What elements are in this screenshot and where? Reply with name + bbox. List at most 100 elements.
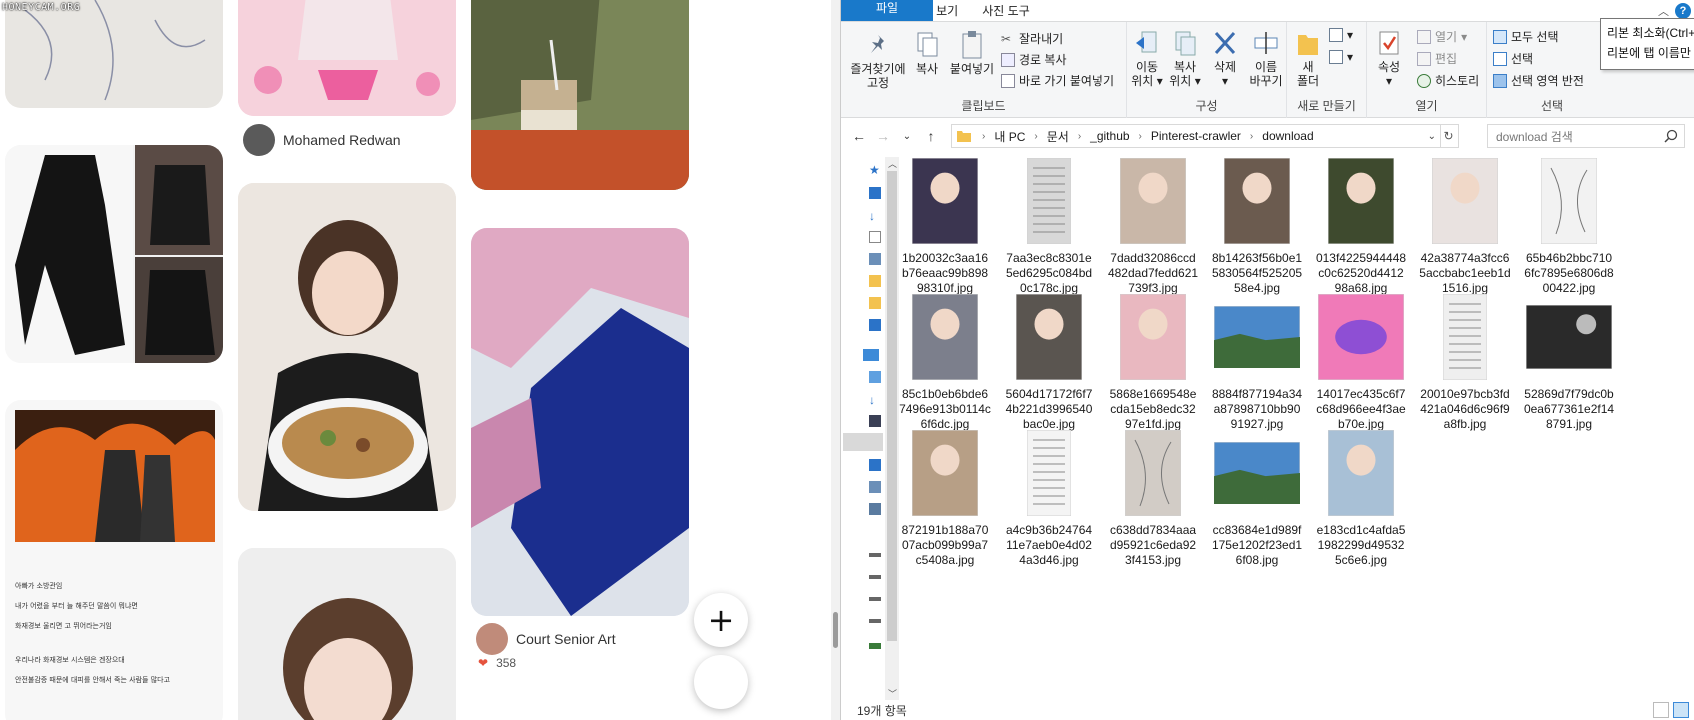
author-name[interactable]: Court Senior Art — [516, 631, 616, 647]
select-none-button[interactable]: 선택 — [1493, 50, 1533, 67]
pin-firefighter-post[interactable]: 아빠가 소방관임 내가 어렸을 부터 늘 해주던 말씀이 뭐냐면 화재경보 울리… — [5, 400, 223, 720]
paste-button[interactable]: 붙여넣기 — [947, 30, 997, 76]
tab-file[interactable]: 파일 — [841, 0, 933, 21]
forward-arrow-icon[interactable]: → — [871, 124, 895, 148]
file-item[interactable]: e183cd1c4afda51982299d495325c6e6.jpg — [1315, 425, 1407, 568]
pictures-icon[interactable] — [869, 481, 881, 493]
file-item[interactable]: 85c1b0eb6bde67496e913b0114c6f6dc.jpg — [899, 289, 991, 432]
scroll-down-icon[interactable]: ﹀ — [888, 687, 897, 700]
more-button[interactable] — [694, 655, 748, 709]
cut-button[interactable]: ✂ 잘라내기 — [1001, 30, 1063, 47]
desktop-icon[interactable] — [869, 187, 881, 199]
properties-button[interactable]: 속성 ▾ — [1369, 28, 1409, 88]
drive-icon[interactable] — [869, 553, 881, 557]
downloads-icon[interactable]: ↓ — [869, 393, 881, 407]
copy-to-button[interactable]: 복사 위치 ▾ — [1167, 28, 1203, 88]
this-pc-icon[interactable] — [863, 349, 879, 361]
pin-sketch[interactable] — [5, 0, 223, 108]
file-item[interactable]: c638dd7834aaad95921c6eda923f4153.jpg — [1107, 425, 1199, 568]
pin-girl-noodles[interactable] — [238, 183, 456, 511]
file-item[interactable]: 7aa3ec8c8301e5ed6295c084bd0c178c.jpg — [1003, 153, 1095, 296]
help-icon[interactable]: ? — [1675, 3, 1691, 19]
breadcrumb-item[interactable]: download — [1262, 129, 1313, 143]
new-folder-button[interactable]: 새 폴더 — [1291, 28, 1325, 88]
pin-coffee-painting[interactable] — [471, 0, 689, 190]
invert-selection-button[interactable]: 선택 영역 반전 — [1493, 72, 1584, 89]
file-item[interactable]: 013f4225944448c0c62520d441298a68.jpg — [1315, 153, 1407, 296]
details-view-icon[interactable] — [1653, 702, 1669, 718]
author-name[interactable]: Mohamed Redwan — [283, 132, 401, 148]
file-item[interactable]: 5868e1669548ecda15eb8edc3297e1fd.jpg — [1107, 289, 1199, 432]
feed-scrollbar[interactable] — [831, 0, 840, 720]
folder-icon[interactable] — [869, 275, 881, 287]
file-item[interactable]: 7dadd32086ccd482dad7fedd621739f3.jpg — [1107, 153, 1199, 296]
feed-scrollbar-thumb[interactable] — [833, 612, 838, 648]
3d-objects-icon[interactable] — [869, 371, 881, 383]
scroll-up-icon[interactable]: ︿ — [888, 157, 897, 170]
videos-icon[interactable] — [869, 415, 881, 427]
pin-pink-cosplay[interactable] — [238, 0, 456, 116]
move-to-button[interactable]: 이동 위치 ▾ — [1129, 28, 1165, 88]
pin-blue-painting[interactable] — [471, 228, 689, 616]
up-arrow-icon[interactable]: ↑ — [919, 124, 943, 148]
file-item[interactable]: 872191b188a7007acb099b99a7c5408a.jpg — [899, 425, 991, 568]
file-item[interactable]: 5604d17172f6f74b221d3996540bac0e.jpg — [1003, 289, 1095, 432]
nav-scrollbar-thumb[interactable] — [887, 171, 897, 641]
pin-girl-cat[interactable] — [238, 548, 456, 720]
file-item[interactable]: 1b20032c3aa16b76eaac99b89898310f.jpg — [899, 153, 991, 296]
drive-icon[interactable] — [869, 619, 881, 623]
file-item[interactable]: 42a38774a3fcc65accbabc1eeb1d1516.jpg — [1419, 153, 1511, 296]
pin-author-row[interactable]: Mohamed Redwan — [243, 124, 401, 156]
recent-locations-chevron-icon[interactable]: ⌄ — [895, 124, 919, 148]
breadcrumb-item[interactable]: _github — [1090, 129, 1129, 143]
add-button[interactable]: + — [694, 593, 748, 647]
large-icons-view-icon[interactable] — [1673, 702, 1689, 718]
folder-icon[interactable] — [869, 297, 881, 309]
downloads-icon[interactable]: ↓ — [869, 209, 881, 223]
desktop-icon[interactable] — [869, 459, 881, 471]
drive-icon[interactable] — [869, 597, 881, 601]
refresh-icon[interactable]: ↻ — [1439, 124, 1459, 148]
easy-access-button[interactable]: ▾ — [1329, 50, 1353, 64]
open-button[interactable]: 열기 ▾ — [1417, 28, 1467, 45]
copy-path-button[interactable]: 경로 복사 — [1001, 51, 1067, 68]
file-item[interactable]: cc83684e1d989f175e1202f23ed16f08.jpg — [1211, 425, 1303, 568]
tab-picture-tools[interactable]: 사진 도구 — [970, 0, 1042, 21]
minimize-ribbon-icon[interactable]: ︿ — [1658, 3, 1669, 19]
music-icon[interactable] — [869, 503, 881, 515]
pictures-icon[interactable] — [869, 253, 881, 265]
search-box[interactable]: download 검색 — [1487, 124, 1685, 148]
network-drive-icon[interactable] — [869, 643, 881, 649]
delete-button[interactable]: 삭제 ▾ — [1207, 28, 1243, 88]
reaction-row[interactable]: ❤ 358 — [478, 656, 516, 670]
history-button[interactable]: 히스토리 — [1417, 72, 1479, 89]
breadcrumb-item[interactable]: Pinterest-crawler — [1151, 129, 1241, 143]
selected-nav-item[interactable] — [843, 433, 883, 451]
back-arrow-icon[interactable]: ← — [847, 124, 871, 148]
paste-shortcut-button[interactable]: 바로 가기 붙여넣기 — [1001, 72, 1114, 89]
pin-to-quick-access-button[interactable]: 즐겨찾기에 고정 — [847, 30, 909, 90]
copy-button[interactable]: 복사 — [907, 30, 947, 76]
pin-author-row-2[interactable]: Court Senior Art — [476, 623, 616, 655]
new-item-button[interactable]: ▾ — [1329, 28, 1353, 42]
onedrive-icon[interactable] — [869, 319, 881, 331]
file-item[interactable]: 65b46b2bbc7106fc7895e6806d800422.jpg — [1523, 153, 1615, 296]
file-item[interactable]: 14017ec435c6f7c68d966ee4f3aeb70e.jpg — [1315, 289, 1407, 432]
file-item[interactable]: 20010e97bcb3fd421a046d6c96f9a8fb.jpg — [1419, 289, 1511, 432]
documents-icon[interactable] — [869, 231, 881, 243]
edit-button[interactable]: 편집 — [1417, 50, 1457, 67]
drive-icon[interactable] — [869, 575, 881, 579]
select-all-button[interactable]: 모두 선택 — [1493, 28, 1559, 45]
file-item[interactable]: 8b14263f56b0e15830564f52520558e4.jpg — [1211, 153, 1303, 296]
pin-cape-outfit[interactable] — [5, 145, 223, 363]
address-bar[interactable]: › 내 PC › 문서 › _github › Pinterest-crawle… — [951, 124, 1441, 148]
file-item[interactable]: 52869d7f79dc0b0ea677361e2f148791.jpg — [1523, 289, 1615, 432]
nav-scrollbar[interactable]: ︿ ﹀ — [885, 157, 899, 700]
rename-button[interactable]: 이름 바꾸기 — [1247, 28, 1285, 88]
breadcrumb-item[interactable]: 내 PC — [994, 128, 1025, 145]
file-item[interactable]: 8884f877194a34a87898710bb9091927.jpg — [1211, 289, 1303, 432]
breadcrumb-item[interactable]: 문서 — [1047, 128, 1069, 145]
file-item[interactable]: a4c9b36b2476411e7aeb0e4d024a3d46.jpg — [1003, 425, 1095, 568]
quick-access-star-icon[interactable]: ★ — [869, 163, 881, 177]
address-dropdown-icon[interactable]: ⌄ — [1428, 131, 1436, 142]
